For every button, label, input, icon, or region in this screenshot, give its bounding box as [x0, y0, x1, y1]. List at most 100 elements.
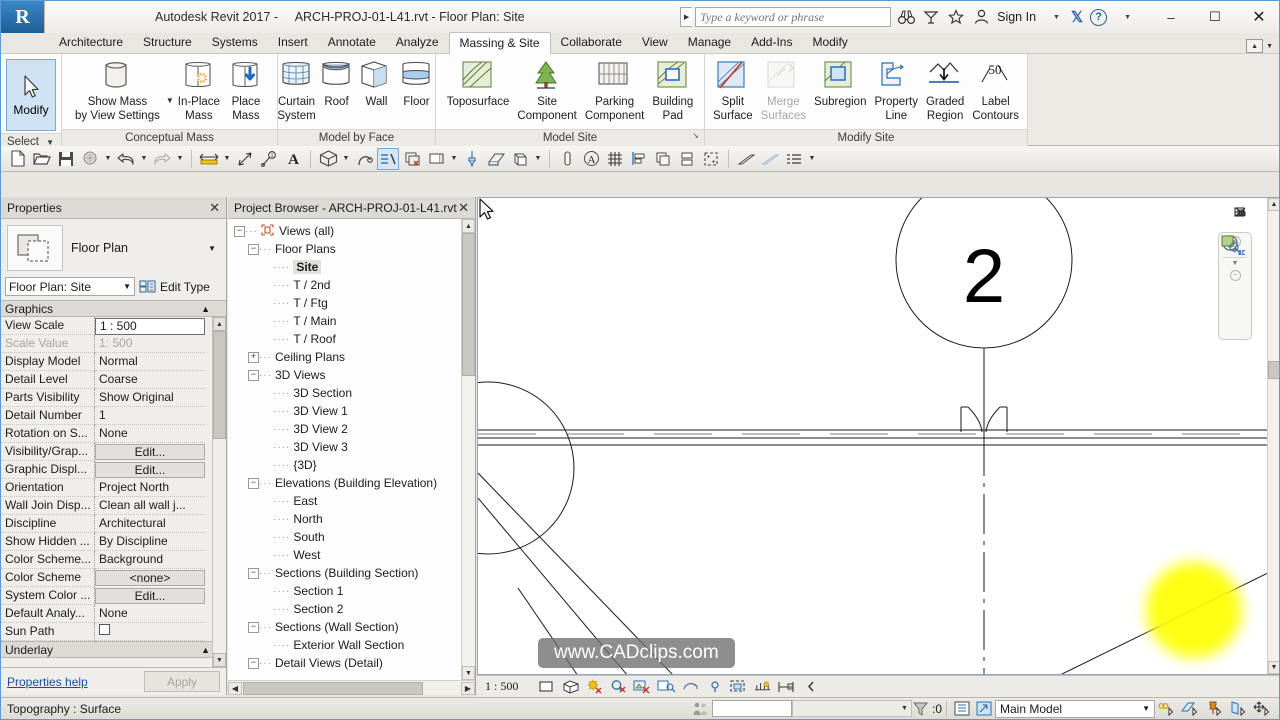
detail-level-icon[interactable]: [537, 678, 556, 695]
tree-node[interactable]: + ··· Ceiling Plans: [228, 348, 475, 366]
browser-vertical-scrollbar[interactable]: ▲ ▼: [461, 219, 475, 680]
ribbon-button-floor[interactable]: Floor: [397, 58, 437, 110]
apply-button[interactable]: Apply: [144, 671, 220, 692]
ribbon-button-label-contours[interactable]: 50 Label Contours: [968, 58, 1023, 124]
thin-lines-icon[interactable]: [377, 147, 399, 170]
ribbon-minimize-icon[interactable]: ▲: [1246, 39, 1264, 53]
tree-collapse-icon[interactable]: −: [248, 657, 259, 669]
tree-node[interactable]: − ··· Views (all): [228, 222, 475, 240]
exchange-apps-icon[interactable]: 𝕏: [1071, 8, 1083, 27]
properties-help-link[interactable]: Properties help: [7, 675, 88, 689]
browser-scroll-down-icon[interactable]: ▼: [462, 666, 475, 680]
array-icon[interactable]: [676, 148, 698, 170]
tree-node[interactable]: ···· T / Ftg: [228, 294, 475, 312]
tree-collapse-icon[interactable]: −: [248, 621, 259, 633]
ramp-icon[interactable]: [735, 148, 757, 170]
properties-group-header[interactable]: Graphics ▲: [1, 300, 226, 317]
property-row[interactable]: Parts Visibility Show Original: [1, 389, 226, 407]
aligned-dimension-icon[interactable]: [234, 148, 256, 170]
property-row[interactable]: Color Scheme <none>: [1, 569, 226, 587]
open-file-icon[interactable]: [31, 148, 53, 170]
browser-scroll-left-icon[interactable]: ◀: [228, 681, 242, 695]
ramp-alt-icon[interactable]: [759, 148, 781, 170]
pan-window-icon[interactable]: [1219, 233, 1243, 255]
ribbon-button-toposurface[interactable]: Toposurface: [443, 58, 514, 110]
property-value[interactable]: 1: [95, 407, 205, 425]
tree-node[interactable]: ···· T / Main: [228, 312, 475, 330]
analytical-model-off-icon[interactable]: [753, 678, 772, 695]
tree-node[interactable]: ···· Section 1: [228, 582, 475, 600]
tree-node[interactable]: − ··· Sections (Wall Section): [228, 618, 475, 636]
text-note-icon[interactable]: A: [282, 148, 304, 170]
model-site-dialog-launcher-icon[interactable]: ↘: [692, 127, 699, 144]
tree-expand-icon[interactable]: +: [248, 351, 259, 363]
property-row[interactable]: Detail Number 1: [1, 407, 226, 425]
property-row[interactable]: Discipline Architectural: [1, 515, 226, 533]
reveal-hidden-elements-icon[interactable]: [729, 678, 748, 695]
help-icon[interactable]: ?: [1090, 8, 1108, 26]
undo-icon[interactable]: [115, 148, 137, 170]
tree-collapse-icon[interactable]: −: [248, 369, 259, 381]
ribbon-button-parking-component[interactable]: Parking Component: [581, 58, 648, 124]
property-row[interactable]: View Scale 1 : 500: [1, 317, 226, 335]
tree-node[interactable]: ···· 3D View 2: [228, 420, 475, 438]
property-value[interactable]: Background: [95, 551, 205, 569]
browser-hscroll-thumb[interactable]: [243, 681, 423, 695]
design-option-combo[interactable]: Main Model ▼: [995, 699, 1155, 718]
property-row[interactable]: Wall Join Disp... Clean all wall j...: [1, 497, 226, 515]
canvas-scroll-thumb[interactable]: [1268, 361, 1279, 379]
default-3d-caret-icon[interactable]: ▼: [341, 155, 351, 162]
exclude-options-icon[interactable]: [951, 701, 973, 716]
default-3d-view-icon[interactable]: [317, 148, 339, 170]
select-underlay-icon[interactable]: [1179, 700, 1201, 718]
constraints-icon[interactable]: [777, 678, 796, 695]
property-value[interactable]: 1: 500: [95, 335, 205, 353]
ribbon-tab-analyze[interactable]: Analyze: [386, 32, 449, 53]
property-row[interactable]: Default Analy... None: [1, 605, 226, 623]
select-box-icon[interactable]: [700, 148, 722, 170]
editable-only-box[interactable]: [711, 700, 792, 717]
tree-node[interactable]: ···· South: [228, 528, 475, 546]
ribbon-button-subregion[interactable]: Subregion: [810, 58, 870, 110]
ribbon-button-dropdown-caret-icon[interactable]: ▼: [166, 96, 174, 105]
property-row[interactable]: Show Hidden ... By Discipline: [1, 533, 226, 551]
property-row[interactable]: Display Model Normal: [1, 353, 226, 371]
view-scale-label[interactable]: 1 : 500: [485, 679, 518, 694]
property-value[interactable]: [95, 623, 205, 641]
sign-in-button[interactable]: Sign In: [997, 10, 1036, 24]
tree-node[interactable]: ···· Section 2: [228, 600, 475, 618]
modify-button[interactable]: Modify: [6, 59, 56, 131]
ribbon-tab-architecture[interactable]: Architecture: [49, 32, 133, 53]
user-account-icon[interactable]: [972, 8, 990, 26]
ribbon-button-in-place-mass[interactable]: In-Place Mass: [174, 58, 224, 124]
project-browser-close-icon[interactable]: ✕: [458, 200, 469, 216]
ribbon-tab-systems[interactable]: Systems: [202, 32, 268, 53]
tree-node[interactable]: − ··· Elevations (Building Elevation): [228, 474, 475, 492]
ribbon-tab-manage[interactable]: Manage: [678, 32, 741, 53]
model-in-place-icon[interactable]: [509, 148, 531, 170]
render-dialog-off-icon[interactable]: [633, 678, 652, 695]
sun-path-off-icon[interactable]: [585, 678, 604, 695]
edit-type-button[interactable]: Edit Type: [139, 279, 210, 294]
property-value[interactable]: None: [95, 425, 205, 443]
ribbon-button-place-mass[interactable]: Place Mass: [224, 58, 268, 124]
material-takeoff-icon[interactable]: [485, 148, 507, 170]
expand-arrow-icon[interactable]: [801, 678, 820, 695]
select-pinned-icon[interactable]: [1203, 700, 1225, 718]
tree-node[interactable]: − ··· Floor Plans: [228, 240, 475, 258]
property-value[interactable]: Clean all wall j...: [95, 497, 205, 515]
type-selector-caret-icon[interactable]: ▼: [208, 244, 216, 253]
property-row[interactable]: Visibility/Grap... Edit...: [1, 443, 226, 461]
tree-node[interactable]: ···· Exterior Wall Section: [228, 636, 475, 654]
subscription-center-icon[interactable]: [922, 8, 940, 26]
property-row[interactable]: Rotation on S... None: [1, 425, 226, 443]
property-value[interactable]: Project North: [95, 479, 205, 497]
property-value[interactable]: Architectural: [95, 515, 205, 533]
type-selector[interactable]: Floor Plan ▼: [1, 219, 226, 277]
list-icon[interactable]: [783, 148, 805, 170]
browser-horizontal-scrollbar[interactable]: ◀ ▶: [228, 680, 475, 695]
ribbon-tab-structure[interactable]: Structure: [133, 32, 202, 53]
search-expand-icon[interactable]: ▶: [680, 7, 693, 27]
tree-node[interactable]: ···· 3D Section: [228, 384, 475, 402]
modify-tool-icon[interactable]: [461, 148, 483, 170]
